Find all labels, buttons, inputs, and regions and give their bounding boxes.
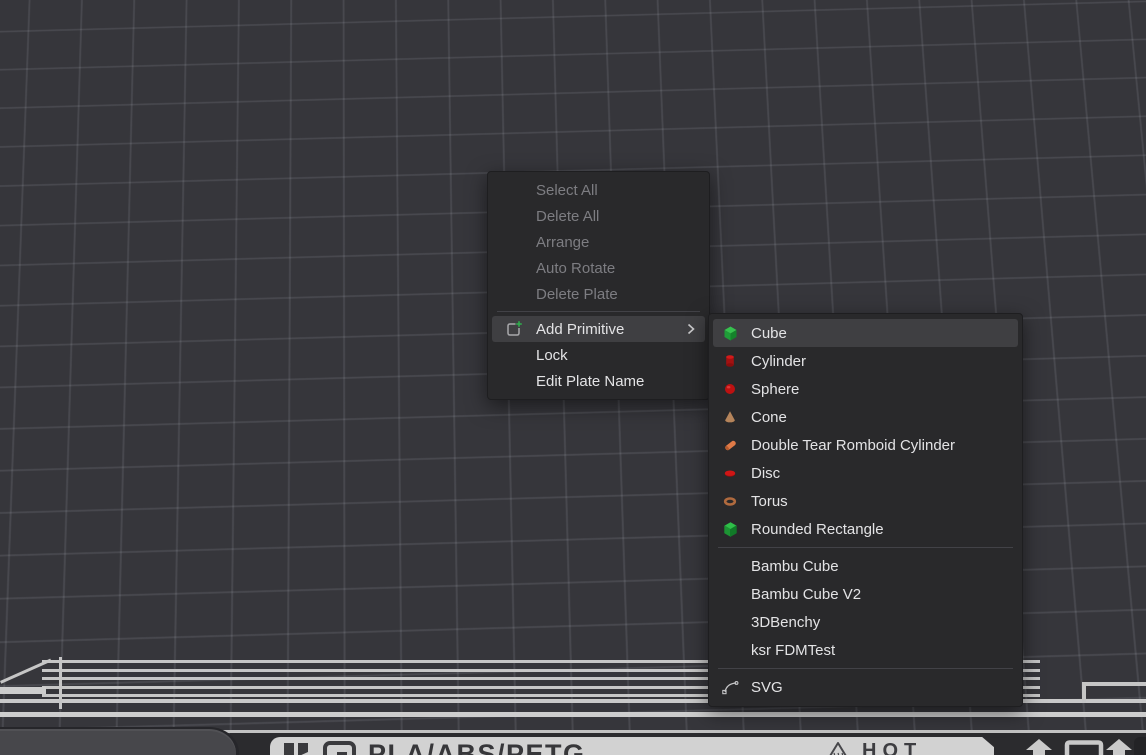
plate-context-menu: Select All Delete All Arrange Auto Rotat… — [487, 171, 710, 400]
submenu-item-double-tear-romboid-cylinder[interactable]: Double Tear Romboid Cylinder — [713, 431, 1018, 459]
plate-edge-tick — [59, 657, 62, 709]
submenu-item-rounded-rectangle[interactable]: Rounded Rectangle — [713, 515, 1018, 543]
menu-item-label: Add Primitive — [536, 321, 624, 338]
plate-filament-bar: PLA/ABS/PETG HOT — [270, 737, 994, 755]
submenu-item-label: Bambu Cube V2 — [751, 586, 861, 603]
menu-item-lock[interactable]: Lock — [492, 342, 705, 368]
cylinder-icon — [721, 351, 739, 371]
submenu-item-label: Double Tear Romboid Cylinder — [751, 437, 955, 454]
plate-edge-line — [0, 712, 1146, 717]
submenu-item-label: Disc — [751, 465, 780, 482]
submenu-item-disc[interactable]: Disc — [713, 459, 1018, 487]
submenu-item-label: Torus — [751, 493, 788, 510]
menu-item-auto-rotate[interactable]: Auto Rotate — [492, 255, 705, 281]
submenu-item-sphere[interactable]: Sphere — [713, 375, 1018, 403]
submenu-item-label: Rounded Rectangle — [751, 521, 884, 538]
menu-item-label: Edit Plate Name — [536, 373, 644, 390]
add-primitive-submenu: Cube Cylinder Sphere Cone — [708, 313, 1023, 707]
hot-label: HOT — [862, 740, 922, 755]
disc-icon — [721, 463, 739, 483]
plate-corner-shape — [1134, 737, 1146, 755]
bambu-logo-icon — [282, 741, 312, 755]
hot-surface-warning-icon — [824, 740, 852, 755]
submenu-item-label: ksr FDMTest — [751, 642, 835, 659]
submenu-item-bambu-cube-v2[interactable]: Bambu Cube V2 — [713, 580, 1018, 608]
submenu-item-label: SVG — [751, 679, 783, 696]
rounded-rectangle-icon — [721, 519, 739, 539]
submenu-item-ksr-fdmtest[interactable]: ksr FDMTest — [713, 636, 1018, 664]
submenu-item-label: Bambu Cube — [751, 558, 839, 575]
menu-item-delete-plate[interactable]: Delete Plate — [492, 281, 705, 307]
lift-arrow-up-icon — [1026, 739, 1052, 755]
cone-icon — [721, 407, 739, 427]
menu-item-label: Select All — [536, 182, 598, 199]
menu-item-arrange[interactable]: Arrange — [492, 229, 705, 255]
sphere-icon — [721, 379, 739, 399]
submenu-item-cylinder[interactable]: Cylinder — [713, 347, 1018, 375]
submenu-item-label: Cylinder — [751, 353, 806, 370]
submenu-item-label: Cube — [751, 325, 787, 342]
submenu-item-svg[interactable]: SVG — [713, 673, 1018, 701]
menu-item-edit-plate-name[interactable]: Edit Plate Name — [492, 368, 705, 394]
romboid-cylinder-icon — [721, 435, 739, 455]
menu-item-add-primitive[interactable]: Add Primitive — [492, 316, 705, 342]
submenu-item-label: Cone — [751, 409, 787, 426]
menu-item-label: Arrange — [536, 234, 589, 251]
submenu-item-cone[interactable]: Cone — [713, 403, 1018, 431]
menu-item-delete-all[interactable]: Delete All — [492, 203, 705, 229]
filament-types-label: PLA/ABS/PETG — [368, 739, 586, 755]
submenu-item-bambu-cube[interactable]: Bambu Cube — [713, 552, 1018, 580]
submenu-item-label: 3DBenchy — [751, 614, 820, 631]
cube-icon — [721, 323, 739, 343]
torus-icon — [721, 491, 739, 511]
plate-edge-line — [0, 687, 46, 694]
submenu-item-3dbenchy[interactable]: 3DBenchy — [713, 608, 1018, 636]
menu-item-label: Delete Plate — [536, 286, 618, 303]
plate-corner-mark — [1082, 684, 1086, 703]
menu-separator — [718, 668, 1013, 669]
plate-edge-line — [222, 730, 1146, 733]
submenu-item-label: Sphere — [751, 381, 799, 398]
plate-name-tab[interactable] — [0, 727, 239, 755]
submenu-arrow-icon — [687, 323, 695, 335]
plate-badge-icon — [322, 740, 358, 755]
submenu-item-torus[interactable]: Torus — [713, 487, 1018, 515]
lift-arrow-up-icon — [1106, 739, 1132, 755]
menu-item-label: Auto Rotate — [536, 260, 615, 277]
menu-separator — [497, 311, 700, 312]
menu-item-label: Delete All — [536, 208, 599, 225]
bezier-curve-icon — [721, 677, 739, 697]
submenu-item-cube[interactable]: Cube — [713, 319, 1018, 347]
menu-separator — [718, 547, 1013, 548]
plate-corner-mark — [1082, 682, 1146, 686]
bracket-mark-icon — [1064, 740, 1104, 755]
add-primitive-icon — [502, 319, 524, 339]
menu-item-select-all[interactable]: Select All — [492, 177, 705, 203]
menu-item-label: Lock — [536, 347, 568, 364]
